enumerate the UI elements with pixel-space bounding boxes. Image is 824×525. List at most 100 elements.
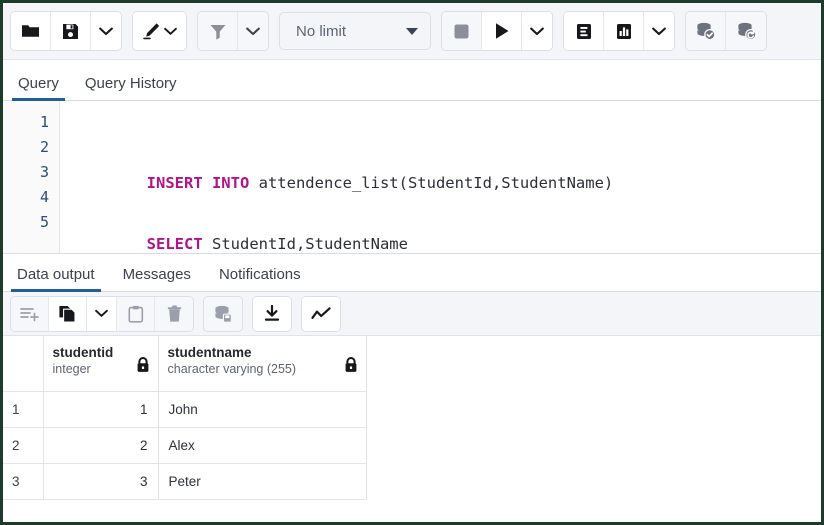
sql-code-area[interactable]: INSERT INTO attendence_list(StudentId,St…	[60, 101, 821, 253]
execute-group	[441, 11, 553, 51]
save-data-changes-button[interactable]	[204, 297, 242, 331]
result-table: studentid integer studentname character …	[3, 336, 367, 500]
line-number: 1	[3, 110, 59, 135]
download-csv-button[interactable]	[253, 297, 291, 331]
output-tabs: Data output Messages Notifications	[3, 254, 821, 292]
line-number: 3	[3, 160, 59, 185]
chevron-down-icon	[164, 27, 177, 36]
cell-studentname[interactable]: Alex	[158, 427, 366, 463]
rollback-database-revert-icon	[736, 22, 757, 40]
folder-open-icon	[21, 23, 40, 39]
code-line: SELECT StudentId,StudentName	[72, 207, 821, 232]
edit-button[interactable]	[133, 12, 186, 50]
tab-messages[interactable]: Messages	[120, 267, 194, 291]
file-group	[10, 11, 122, 51]
cell-studentname[interactable]: John	[158, 391, 366, 427]
copy-icon	[58, 305, 77, 323]
lock-icon	[136, 357, 150, 373]
row-number: 2	[3, 427, 43, 463]
column-name: studentname	[168, 344, 357, 361]
row-limit-value: No limit	[296, 23, 346, 40]
graph-visualiser-button[interactable]	[302, 297, 340, 331]
filter-funnel-icon	[209, 23, 227, 40]
save-options-button[interactable]	[91, 12, 121, 50]
column-header-studentname[interactable]: studentname character varying (255)	[158, 336, 366, 391]
save-file-button[interactable]	[51, 12, 91, 50]
save-data-group	[203, 296, 243, 332]
tab-query-history[interactable]: Query History	[82, 76, 180, 100]
sql-keyword: INSERT INTO	[147, 174, 250, 192]
save-data-changes-icon	[213, 305, 233, 323]
table-row[interactable]: 2 2 Alex	[3, 427, 366, 463]
sql-editor[interactable]: 1 2 3 4 5 INSERT INTO attendence_list(St…	[3, 101, 821, 254]
cell-studentid[interactable]: 3	[43, 463, 158, 499]
explain-analyze-button[interactable]	[604, 12, 644, 50]
download-icon	[264, 305, 280, 322]
commit-database-check-icon	[695, 22, 716, 40]
save-icon	[62, 23, 79, 40]
commit-button[interactable]	[686, 12, 726, 50]
column-name: studentid	[53, 344, 149, 361]
query-tool-window: No limit	[0, 0, 824, 525]
tab-messages-label: Messages	[123, 266, 191, 283]
tab-data-output[interactable]: Data output	[14, 267, 98, 291]
tab-query-label: Query	[18, 75, 59, 92]
table-row[interactable]: 1 1 John	[3, 391, 366, 427]
edit-pencil-icon	[142, 22, 161, 40]
cell-studentid[interactable]: 1	[43, 391, 158, 427]
stop-button[interactable]	[442, 12, 482, 50]
add-row-button[interactable]	[11, 297, 49, 331]
query-tabs: Query Query History	[3, 60, 821, 101]
code-line: INSERT INTO attendence_list(StudentId,St…	[72, 146, 821, 171]
line-number: 5	[3, 210, 59, 235]
filter-button[interactable]	[198, 12, 238, 50]
copy-button[interactable]	[49, 297, 87, 331]
sql-keyword: SELECT	[147, 235, 203, 253]
delete-trash-icon	[167, 305, 182, 323]
play-triangle-icon	[494, 22, 510, 40]
graph-group	[301, 296, 341, 332]
execute-button[interactable]	[482, 12, 522, 50]
row-limit-select[interactable]: No limit	[279, 12, 431, 50]
explain-group	[563, 11, 675, 51]
column-header-studentid[interactable]: studentid integer	[43, 336, 158, 391]
cell-studentname[interactable]: Peter	[158, 463, 366, 499]
filter-group	[197, 11, 269, 51]
lock-icon	[344, 357, 358, 373]
row-number: 1	[3, 391, 43, 427]
row-group	[10, 296, 194, 332]
caret-down-icon	[406, 28, 418, 35]
explain-options-button[interactable]	[644, 12, 674, 50]
explain-analyze-chart-icon	[616, 23, 632, 40]
results-toolbar	[3, 292, 821, 336]
explain-button[interactable]	[564, 12, 604, 50]
copy-options-button[interactable]	[87, 297, 117, 331]
line-number: 2	[3, 135, 59, 160]
line-number-gutter: 1 2 3 4 5	[3, 101, 60, 253]
row-number: 3	[3, 463, 43, 499]
row-number-header	[3, 336, 43, 391]
graph-visualiser-icon	[311, 306, 331, 322]
delete-row-button[interactable]	[155, 297, 193, 331]
table-header-row: studentid integer studentname character …	[3, 336, 366, 391]
rollback-button[interactable]	[726, 12, 766, 50]
column-type: integer	[53, 361, 149, 378]
paste-button[interactable]	[117, 297, 155, 331]
result-grid: studentid integer studentname character …	[3, 336, 821, 522]
filter-options-button[interactable]	[238, 12, 268, 50]
execute-options-button[interactable]	[522, 12, 552, 50]
chevron-down-icon	[652, 27, 666, 36]
line-number: 4	[3, 185, 59, 210]
chevron-down-icon	[246, 27, 260, 36]
explain-e-icon	[576, 23, 592, 40]
column-type: character varying (255)	[168, 361, 357, 378]
table-row[interactable]: 3 3 Peter	[3, 463, 366, 499]
transaction-group	[685, 11, 767, 51]
download-group	[252, 296, 292, 332]
query-toolbar: No limit	[3, 3, 821, 60]
open-file-button[interactable]	[11, 12, 51, 50]
tab-query[interactable]: Query	[15, 76, 62, 100]
cell-studentid[interactable]: 2	[43, 427, 158, 463]
tab-query-history-label: Query History	[85, 75, 177, 92]
tab-notifications[interactable]: Notifications	[216, 267, 304, 291]
